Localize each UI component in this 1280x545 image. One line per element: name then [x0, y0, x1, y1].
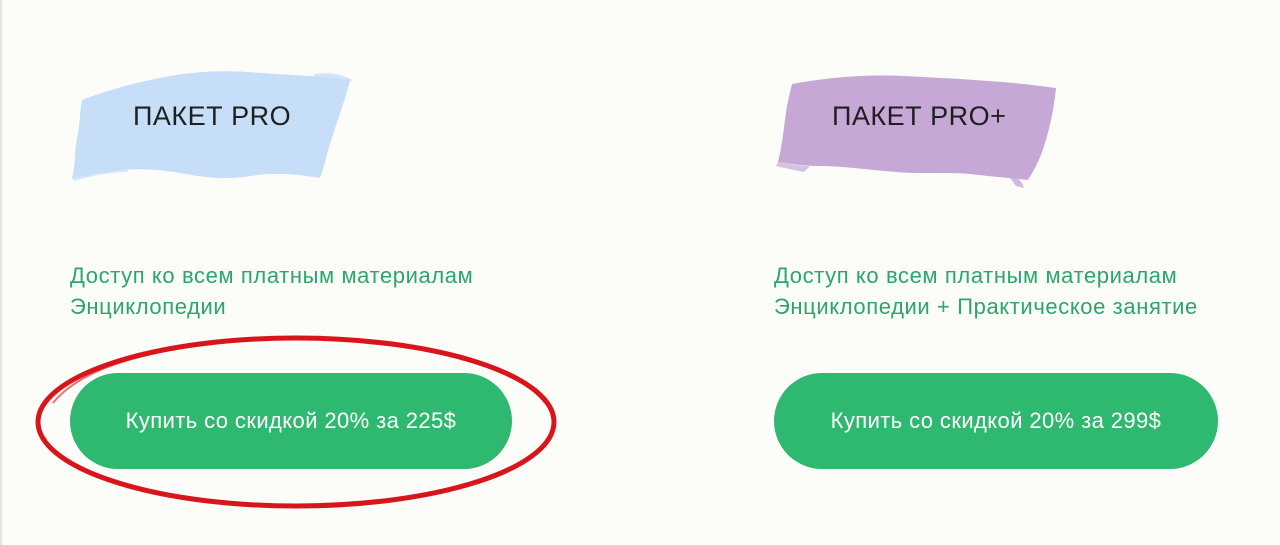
package-description-pro: Доступ ко всем платным материалам Энцикл…: [70, 260, 560, 322]
description-line: Энциклопедии + Практическое занятие: [774, 294, 1198, 319]
package-card-pro: ПАКЕТ PRO Доступ ко всем платным материа…: [0, 0, 560, 545]
package-card-proplus: ПАКЕТ PRO+ Доступ ко всем платным матери…: [704, 0, 1264, 545]
package-title-proplus: ПАКЕТ PRO+: [832, 101, 1007, 131]
buy-proplus-button[interactable]: Купить со скидкой 20% за 299$: [774, 373, 1218, 469]
package-description-proplus: Доступ ко всем платным материалам Энцикл…: [774, 260, 1264, 322]
buy-pro-button[interactable]: Купить со скидкой 20% за 225$: [70, 373, 512, 469]
package-title-pro: ПАКЕТ PRO: [133, 101, 292, 131]
description-line: Энциклопедии: [70, 294, 227, 319]
description-line: Доступ ко всем платным материалам: [70, 263, 474, 288]
description-line: Доступ ко всем платным материалам: [774, 263, 1178, 288]
